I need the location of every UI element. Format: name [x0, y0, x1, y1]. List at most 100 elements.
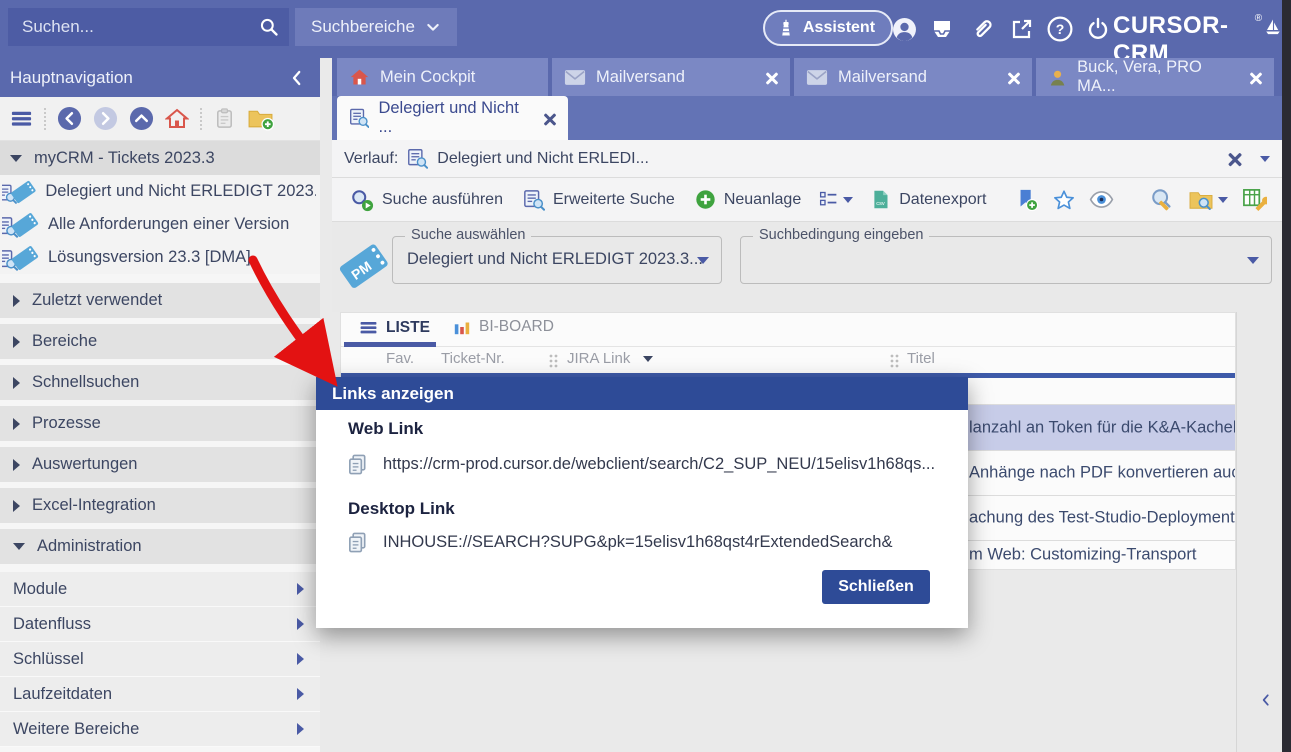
saved-searches-button[interactable] [1181, 183, 1235, 217]
tab-mein-cockpit[interactable]: Mein Cockpit [337, 58, 548, 96]
triangle-right-icon [13, 500, 20, 512]
admin-item-laufzeitdaten[interactable]: Laufzeitdaten [0, 677, 320, 712]
button-label: Erweiterte Suche [553, 191, 675, 209]
column-header-ticket-nr[interactable]: Ticket-Nr. [441, 350, 505, 367]
tab-liste[interactable]: LISTE [359, 318, 430, 337]
admin-item-datenfluss[interactable]: Datenfluss [0, 607, 320, 642]
global-search[interactable] [8, 8, 289, 46]
search-scope-button[interactable]: Suchbereiche [295, 8, 457, 46]
navigate-forward-icon[interactable] [93, 106, 118, 131]
home-icon[interactable] [165, 107, 189, 131]
search-selection-panel: PM Suche auswählen Delegiert und Nicht E… [332, 222, 1282, 312]
sidebar-section-administration[interactable]: Administration [0, 529, 320, 564]
configure-table-button[interactable] [1235, 183, 1274, 217]
search-condition-dropdown[interactable]: Suchbedingung eingeben [740, 236, 1272, 284]
sidebar-section-bereiche[interactable]: Bereiche [0, 324, 320, 359]
navigate-back-icon[interactable] [57, 106, 82, 131]
search-input[interactable] [8, 17, 259, 37]
favorite-button[interactable] [1046, 183, 1082, 217]
folder-search-icon [1188, 189, 1214, 211]
column-header-jira-link[interactable]: JIRA Link [567, 350, 630, 367]
list-layout-icon [818, 189, 839, 210]
list-tab-label: LISTE [386, 319, 430, 337]
window-right-edge [1282, 0, 1291, 752]
data-export-button[interactable]: csv Datenexport [860, 183, 996, 217]
sidebar-search-item[interactable]: Alle Anforderungen einer Version [0, 208, 320, 241]
navigate-up-icon[interactable] [129, 106, 154, 131]
table-wrench-icon [1242, 187, 1267, 212]
admin-item-label: Laufzeitdaten [13, 685, 112, 704]
clear-history-icon[interactable] [1227, 151, 1241, 165]
run-search-button[interactable]: Suche ausführen [340, 183, 513, 217]
tab-bi-board[interactable]: BI-BOARD [453, 318, 554, 336]
sort-caret-icon[interactable] [643, 356, 653, 362]
power-icon [1086, 17, 1110, 41]
copy-icon[interactable] [346, 531, 369, 554]
sailboat-icon [1264, 14, 1282, 40]
clipboard-icon[interactable] [213, 107, 236, 130]
sidebar-section-auswertungen[interactable]: Auswertungen [0, 447, 320, 482]
sidebar-search-item[interactable]: Lösungsversion 23.3 [DMA] [0, 241, 320, 274]
edit-search-button[interactable] [1143, 183, 1181, 217]
help-button[interactable]: ? [1046, 15, 1074, 43]
close-tab-icon[interactable] [765, 71, 778, 84]
new-record-button[interactable]: Neuanlage [685, 183, 811, 217]
close-dialog-button[interactable]: Schließen [822, 570, 930, 604]
close-tab-icon[interactable] [1007, 71, 1020, 84]
sidebar-section-zuletzt-verwendet[interactable]: Zuletzt verwendet [0, 283, 320, 318]
external-link-icon [1010, 17, 1034, 41]
menu-icon[interactable] [10, 107, 33, 130]
admin-item-schluessel[interactable]: Schlüssel [0, 642, 320, 677]
column-grip-icon[interactable] [889, 353, 899, 369]
expand-panel-icon[interactable] [1259, 692, 1273, 708]
copy-icon[interactable] [346, 453, 369, 476]
tab-buck-vera[interactable]: Buck, Vera, PRO MA... [1036, 58, 1274, 96]
ticket-search-icon [2, 243, 40, 273]
sidebar-section-excel-integration[interactable]: Excel-Integration [0, 488, 320, 523]
external-window-button[interactable] [1008, 15, 1036, 43]
inbox-button[interactable] [928, 15, 956, 43]
search-select-dropdown[interactable]: Suche auswählen Delegiert und Nicht ERLE… [392, 236, 722, 284]
search-item-label: Lösungsversion 23.3 [DMA] [48, 248, 251, 267]
view-options-button[interactable] [811, 183, 860, 217]
web-link-value[interactable]: https://crm-prod.cursor.de/webclient/sea… [383, 455, 935, 474]
application-window: Suchbereiche Assistent ? CURSOR-CRM ® Ha… [0, 0, 1291, 752]
extended-search-button[interactable]: Erweiterte Suche [513, 183, 685, 217]
search-select-label: Suche auswählen [405, 227, 531, 243]
desktop-link-value[interactable]: INHOUSE://SEARCH?SUPG&pk=15elisv1h68qst4… [383, 533, 892, 552]
workspace-tab-bar: Mein Cockpit Mailversand Mailversand Buc… [332, 58, 1282, 96]
links-button[interactable] [968, 15, 996, 43]
dialog-header[interactable]: Links anzeigen [316, 377, 968, 410]
search-icon[interactable] [259, 17, 279, 37]
tab-mailversand-2[interactable]: Mailversand [794, 58, 1032, 96]
collapse-sidebar-icon[interactable] [288, 69, 306, 87]
sidebar-group-mycrm[interactable]: myCRM - Tickets 2023.3 [0, 141, 320, 175]
add-bookmark-button[interactable] [1008, 183, 1046, 217]
sidebar-section-schnellsuchen[interactable]: Schnellsuchen [0, 365, 320, 400]
watch-button[interactable] [1082, 183, 1121, 217]
admin-item-label: Weitere Bereiche [13, 720, 139, 739]
top-bar: Suchbereiche Assistent ? CURSOR-CRM ® [0, 0, 1282, 58]
sidebar-search-item[interactable]: Delegiert und Nicht ERLEDIGT 2023.3 | [0, 175, 320, 208]
row-title-fragment: achung des Test-Studio-Deployments b [969, 509, 1235, 528]
column-header-fav[interactable]: Fav. [386, 350, 414, 367]
action-toolbar: Suche ausführen Erweiterte Suche Neuanla… [332, 178, 1282, 222]
chevron-down-icon [425, 19, 441, 35]
svg-text:?: ? [1056, 21, 1065, 37]
assistent-button[interactable]: Assistent [763, 10, 893, 46]
triangle-right-icon [297, 618, 304, 630]
close-tab-icon[interactable] [1250, 71, 1262, 84]
close-tab-icon[interactable] [544, 112, 556, 125]
column-header-titel[interactable]: Titel [907, 350, 935, 367]
admin-item-module[interactable]: Module [0, 572, 320, 607]
logout-button[interactable] [1084, 15, 1112, 43]
new-folder-icon[interactable] [247, 106, 274, 131]
tab-mailversand-1[interactable]: Mailversand [552, 58, 790, 96]
history-value[interactable]: Delegiert und Nicht ERLEDI... [437, 150, 649, 168]
user-profile-button[interactable] [890, 15, 918, 43]
column-grip-icon[interactable] [548, 353, 558, 369]
history-dropdown-icon[interactable] [1260, 156, 1270, 162]
tab-delegiert-und-nicht[interactable]: Delegiert und Nicht ... [337, 96, 568, 140]
sidebar-section-prozesse[interactable]: Prozesse [0, 406, 320, 441]
admin-item-weitere-bereiche[interactable]: Weitere Bereiche [0, 712, 320, 747]
